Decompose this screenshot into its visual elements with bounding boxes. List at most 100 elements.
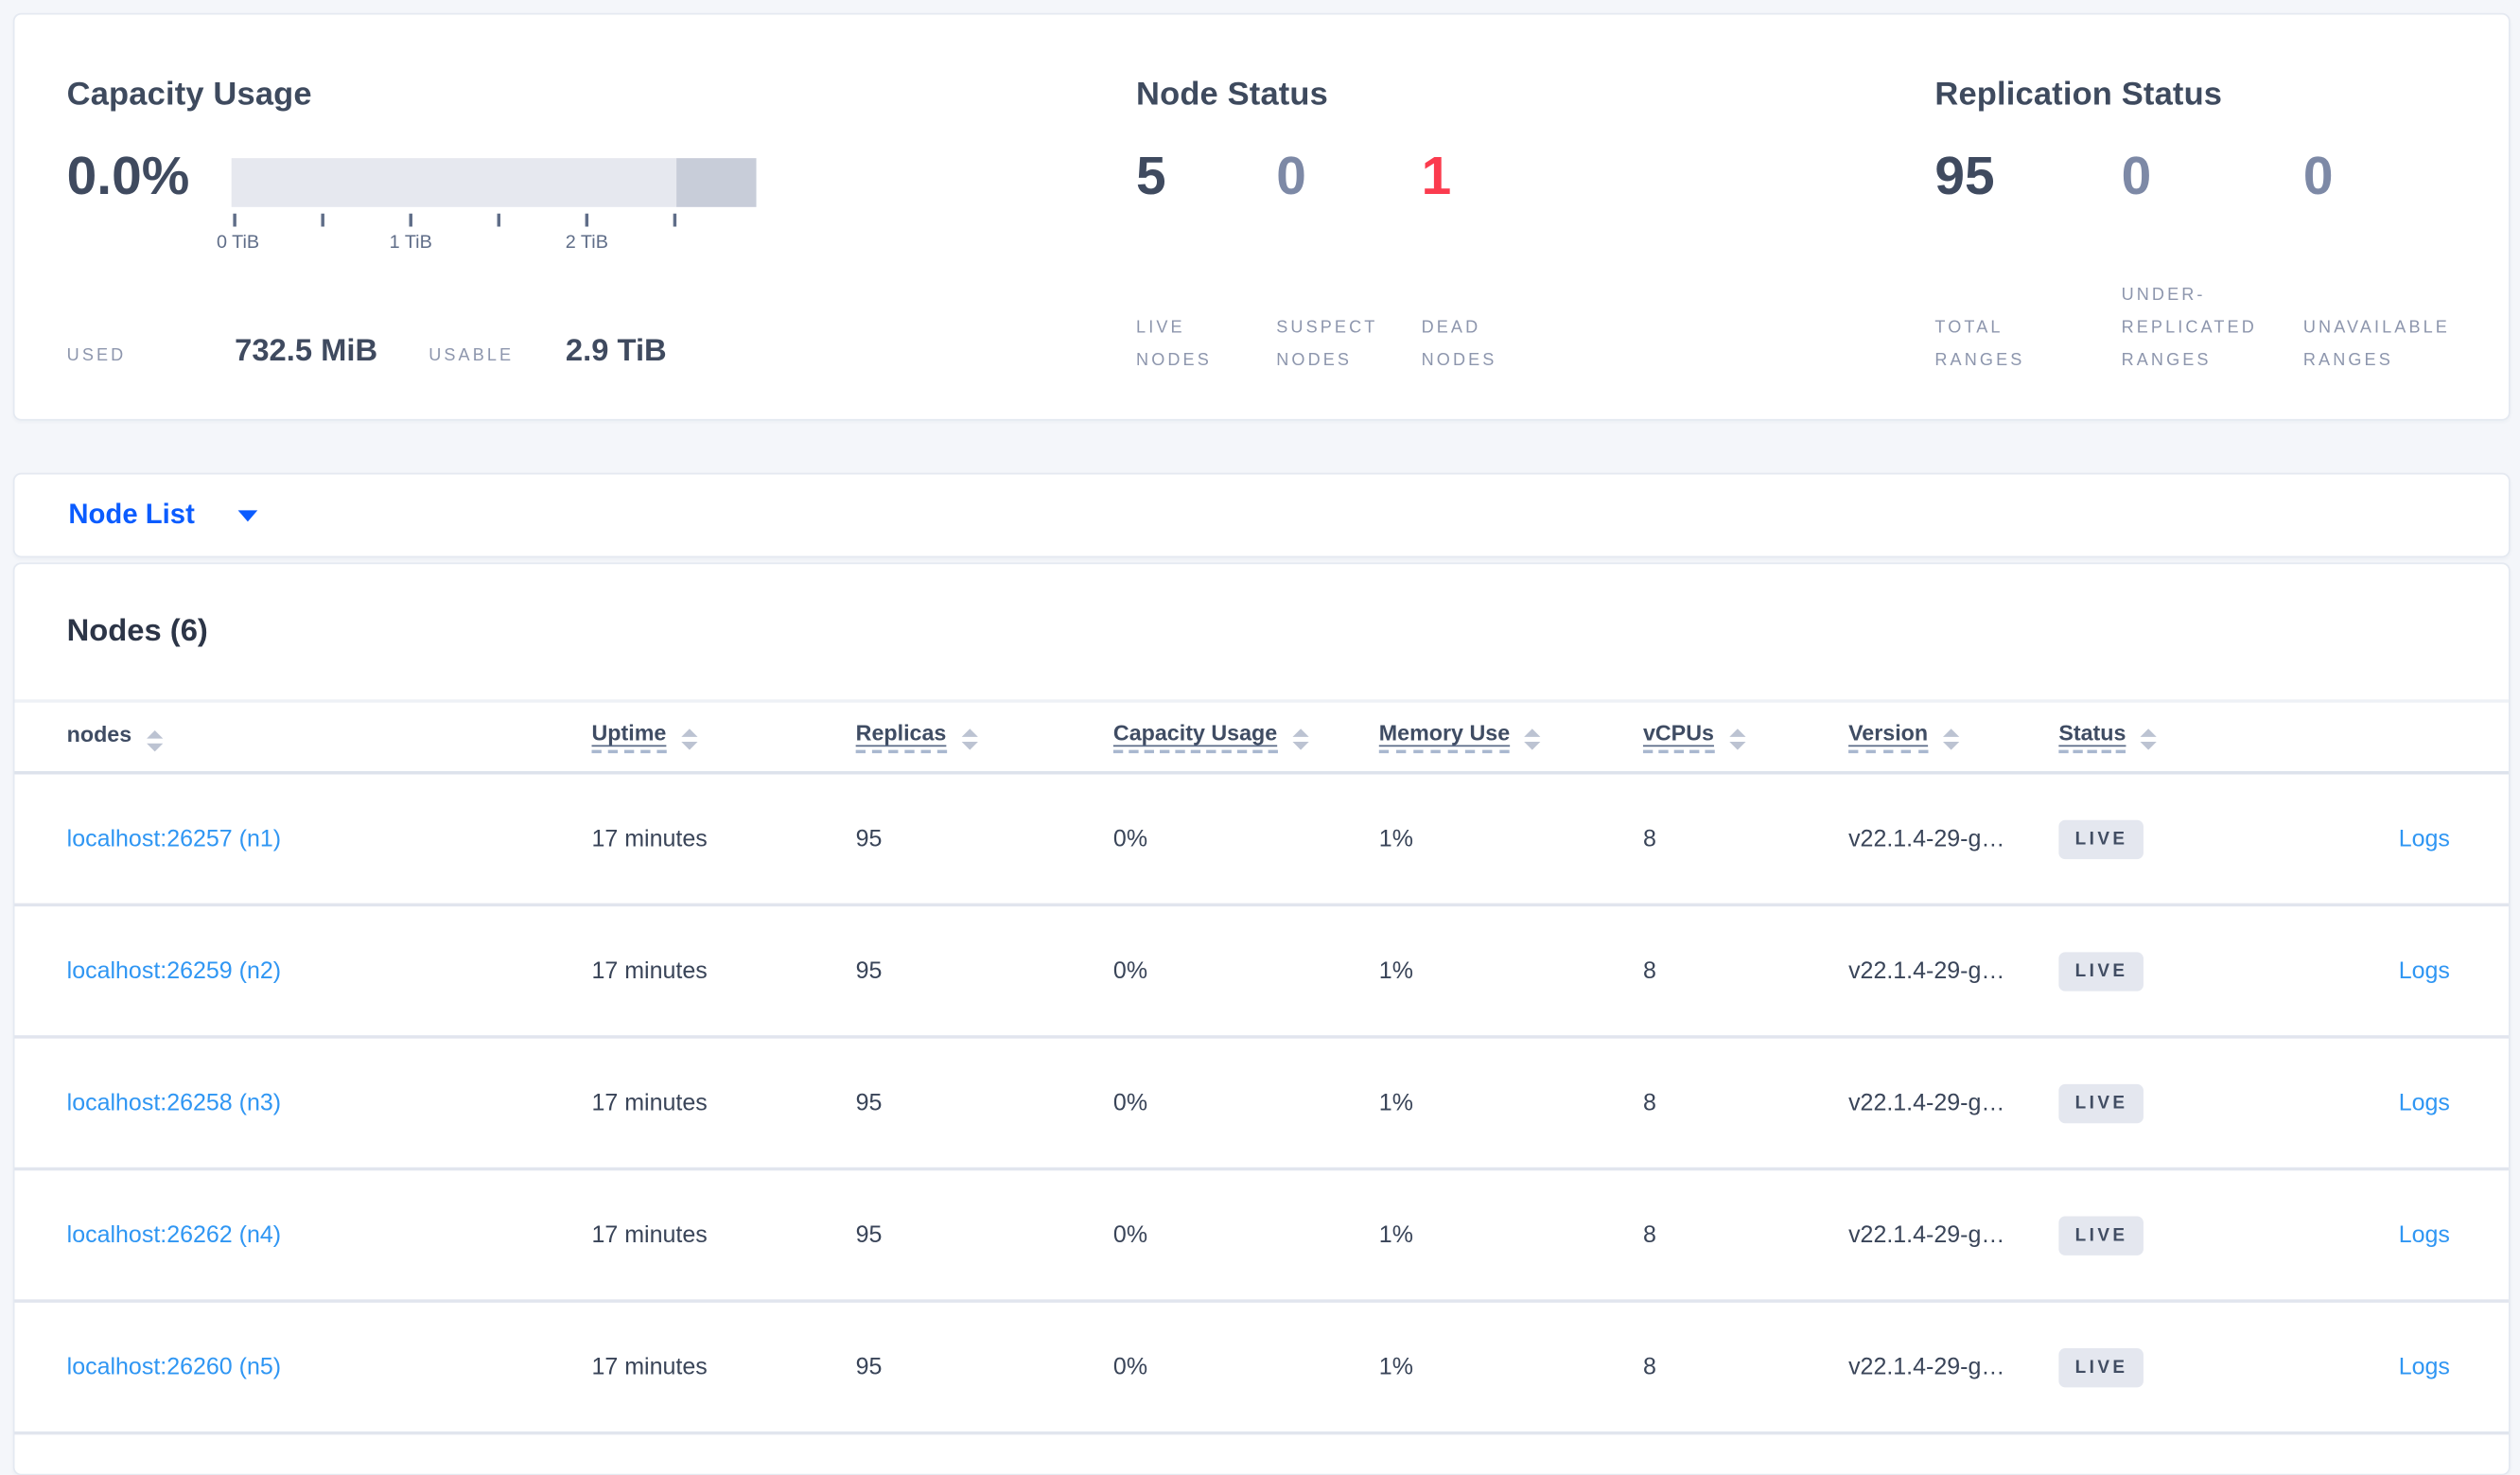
- nodes-section-heading: Nodes (6): [66, 614, 208, 649]
- uptime-cell: 17 minutes: [591, 957, 708, 984]
- axis-tick-label: 0 TiB: [216, 233, 260, 254]
- total-ranges-count: 95: [1934, 145, 1995, 206]
- status-badge: LIVE: [2058, 1083, 2144, 1123]
- node-list-dropdown-label: Node List: [68, 499, 195, 531]
- used-value: 732.5 MiB: [235, 334, 378, 369]
- replication-status-stats: 95 TOTAL RANGES 0 UNDER-REPLICATED RANGE…: [1934, 145, 2505, 377]
- replicas-cell: 95: [855, 1089, 883, 1116]
- version-cell: v22.1.4-29-g…: [1848, 957, 2005, 984]
- axis-tick-label: 2 TiB: [565, 233, 608, 254]
- logs-link[interactable]: Logs: [2399, 826, 2450, 852]
- under-replicated-ranges-stat: 0 UNDER-REPLICATED RANGES: [2122, 145, 2303, 377]
- capacity-usage-legend: USED 732.5 MiB USABLE 2.9 TiB: [67, 334, 1094, 370]
- live-nodes-label: LIVE NODES: [1136, 318, 1212, 371]
- column-header-status[interactable]: Status: [2058, 721, 2286, 754]
- node-link[interactable]: localhost:26258 (n3): [67, 1090, 592, 1116]
- node-link[interactable]: localhost:26257 (n1): [67, 826, 592, 852]
- axis-tick: [321, 213, 324, 227]
- usable-label: USABLE: [429, 345, 515, 365]
- status-cell: LIVE: [2058, 1083, 2286, 1123]
- suspect-nodes-stat: 0 SUSPECT NODES: [1276, 145, 1421, 377]
- total-ranges-stat: 95 TOTAL RANGES: [1934, 145, 2121, 377]
- memory-use-cell: 1%: [1378, 957, 1413, 984]
- vcpus-cell: 8: [1642, 1221, 1656, 1249]
- axis-tick: [497, 213, 501, 227]
- status-cell: LIVE: [2058, 818, 2286, 859]
- column-header-nodes[interactable]: nodes: [67, 722, 592, 752]
- status-badge: LIVE: [2058, 951, 2144, 991]
- sort-icon: [960, 729, 978, 750]
- dead-nodes-stat: 1 DEAD NODES: [1422, 145, 1601, 377]
- logs-link[interactable]: Logs: [2399, 1090, 2450, 1116]
- column-header-capacity-usage[interactable]: Capacity Usage: [1112, 721, 1379, 754]
- uptime-cell: 17 minutes: [591, 1354, 708, 1380]
- node-link[interactable]: localhost:26259 (n2): [67, 957, 592, 984]
- capacity-bar-dark-segment: [676, 158, 757, 207]
- status-cell: LIVE: [2058, 1347, 2286, 1387]
- total-ranges-label: TOTAL RANGES: [1934, 318, 2025, 371]
- replication-status-title: Replication Status: [1934, 76, 2223, 113]
- vcpus-cell: 8: [1642, 1354, 1656, 1380]
- used-label: USED: [66, 345, 127, 365]
- nodes-table-header: nodes Uptime Replicas Capacity Usage Mem…: [14, 699, 2509, 775]
- unavailable-ranges-label: UNAVAILABLE RANGES: [2302, 318, 2450, 371]
- status-badge: LIVE: [2058, 818, 2144, 859]
- column-header-uptime[interactable]: Uptime: [591, 721, 856, 754]
- column-header-memory-use[interactable]: Memory Use: [1378, 721, 1643, 754]
- capacity-bar-track: [231, 158, 757, 207]
- column-header-replicas[interactable]: Replicas: [855, 721, 1113, 754]
- sort-icon: [2140, 729, 2158, 750]
- sort-icon: [680, 729, 698, 750]
- vcpus-cell: 8: [1642, 825, 1656, 852]
- memory-use-cell: 1%: [1378, 825, 1413, 852]
- table-row: localhost:26260 (n5) 17 minutes 95 0% 1%…: [14, 1303, 2509, 1435]
- logs-link[interactable]: Logs: [2399, 957, 2450, 984]
- column-header-vcpus[interactable]: vCPUs: [1642, 721, 1848, 754]
- axis-tick: [585, 213, 589, 227]
- version-cell: v22.1.4-29-g…: [1848, 1089, 2005, 1116]
- under-replicated-ranges-count: 0: [2121, 145, 2152, 206]
- capacity-usage-cell: 0%: [1112, 1354, 1148, 1380]
- unavailable-ranges-stat: 0 UNAVAILABLE RANGES: [2303, 145, 2506, 377]
- capacity-usage-cell: 0%: [1112, 1089, 1148, 1116]
- uptime-cell: 17 minutes: [591, 1221, 708, 1249]
- node-list-dropdown[interactable]: Node List: [12, 472, 2511, 558]
- unavailable-ranges-count: 0: [2302, 145, 2334, 206]
- memory-use-cell: 1%: [1378, 1089, 1413, 1116]
- logs-link[interactable]: Logs: [2399, 1354, 2450, 1380]
- vcpus-cell: 8: [1642, 1089, 1656, 1116]
- status-cell: LIVE: [2058, 951, 2286, 991]
- replication-status-section: Replication Status 95 TOTAL RANGES 0 UND…: [1934, 74, 2505, 378]
- node-link[interactable]: localhost:26260 (n5): [67, 1354, 592, 1380]
- capacity-bar: 0 TiB 1 TiB 2 TiB: [217, 158, 757, 253]
- column-header-version[interactable]: Version: [1848, 721, 2058, 754]
- cluster-summary-card: Capacity Usage 0.0% 0 TiB 1 TiB 2 TiB US…: [12, 12, 2511, 421]
- chevron-down-icon: [238, 509, 259, 521]
- dead-nodes-label: DEAD NODES: [1421, 318, 1497, 371]
- sort-icon: [146, 729, 163, 752]
- under-replicated-ranges-label: UNDER-REPLICATED RANGES: [2121, 285, 2257, 371]
- capacity-usage-cell: 0%: [1112, 957, 1148, 984]
- node-status-section: Node Status 5 LIVE NODES 0 SUSPECT NODES…: [1136, 74, 1886, 378]
- sort-icon: [1942, 729, 1959, 750]
- replicas-cell: 95: [855, 1354, 883, 1380]
- logs-link[interactable]: Logs: [2399, 1222, 2450, 1249]
- axis-tick-label: 1 TiB: [389, 233, 432, 254]
- status-badge: LIVE: [2058, 1215, 2144, 1255]
- sort-icon: [1291, 729, 1308, 750]
- suspect-nodes-label: SUSPECT NODES: [1276, 318, 1378, 371]
- capacity-usage-chart: 0.0% 0 TiB 1 TiB 2 TiB: [67, 145, 1094, 253]
- replicas-cell: 95: [855, 825, 883, 852]
- capacity-usage-section: Capacity Usage 0.0% 0 TiB 1 TiB 2 TiB US…: [67, 74, 1094, 371]
- capacity-usage-cell: 0%: [1112, 825, 1148, 852]
- nodes-table-card: Nodes (6) nodes Uptime Replicas Capacity…: [12, 562, 2511, 1475]
- uptime-cell: 17 minutes: [591, 825, 708, 852]
- axis-tick: [409, 213, 412, 227]
- live-nodes-stat: 5 LIVE NODES: [1136, 145, 1276, 377]
- table-row: localhost:26259 (n2) 17 minutes 95 0% 1%…: [14, 906, 2509, 1039]
- node-link[interactable]: localhost:26262 (n4): [67, 1222, 592, 1249]
- sort-icon: [1524, 729, 1541, 750]
- table-row: localhost:26257 (n1) 17 minutes 95 0% 1%…: [14, 775, 2509, 907]
- status-cell: LIVE: [2058, 1215, 2286, 1255]
- replicas-cell: 95: [855, 957, 883, 984]
